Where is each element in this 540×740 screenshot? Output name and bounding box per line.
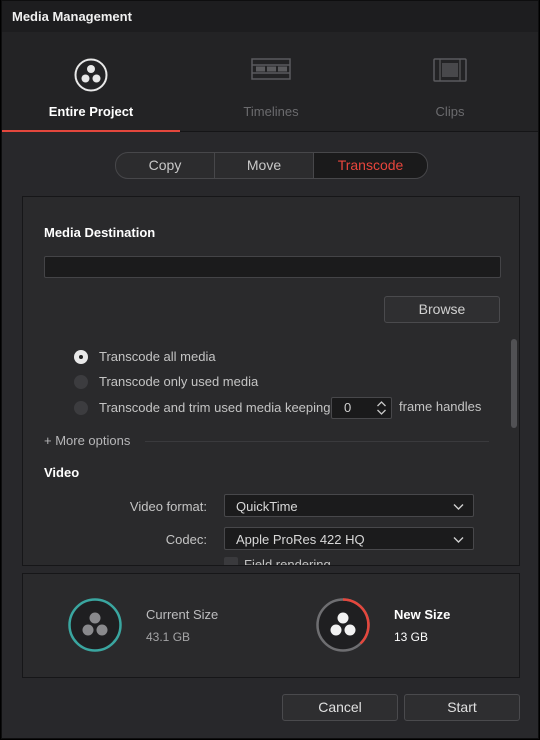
browse-button[interactable]: Browse — [384, 296, 500, 323]
current-size-value: 43.1 GB — [146, 630, 191, 644]
frame-handles-stepper[interactable]: 0 — [331, 397, 392, 419]
video-format-label: Video format: — [129, 499, 207, 514]
radio-label: Transcode all media — [99, 349, 216, 364]
codec-select[interactable]: Apple ProRes 422 HQ — [224, 527, 474, 550]
tab-entire-project[interactable]: Entire Project — [2, 32, 180, 132]
radio-indicator — [74, 401, 88, 415]
codec-value: Apple ProRes 422 HQ — [236, 532, 365, 547]
tab-label: Entire Project — [48, 104, 134, 119]
frame-handles-value: 0 — [344, 400, 352, 415]
mode-transcode-button[interactable]: Transcode — [314, 153, 427, 178]
media-destination-field[interactable] — [44, 256, 501, 278]
media-management-window: Media Management Entire Project Timeline… — [1, 0, 539, 739]
video-heading: Video — [44, 465, 80, 480]
radio-indicator — [74, 375, 88, 389]
chevron-down-icon — [453, 500, 464, 515]
current-size-label: Current Size — [146, 607, 219, 622]
mode-segmented-control: Copy Move Transcode — [115, 152, 428, 179]
radio-label: Transcode only used media — [99, 374, 259, 389]
divider — [145, 441, 489, 442]
clip-icon — [433, 58, 467, 85]
video-format-value: QuickTime — [236, 499, 298, 514]
tab-timelines[interactable]: Timelines — [182, 32, 360, 131]
frame-handles-label: frame handles — [399, 399, 482, 414]
mode-copy-button[interactable]: Copy — [116, 153, 215, 178]
size-summary-panel: Current Size 43.1 GB New Size 13 GB — [22, 573, 520, 678]
new-size-value: 13 GB — [394, 630, 429, 644]
field-rendering-label: Field rendering — [244, 557, 331, 566]
window-title: Media Management — [12, 9, 132, 24]
new-size-label: New Size — [394, 607, 451, 622]
active-tab-indicator — [2, 130, 180, 132]
new-size-ring-icon — [316, 598, 370, 652]
media-destination-heading: Media Destination — [44, 225, 156, 240]
radio-selected-indicator — [74, 350, 88, 364]
codec-label: Codec: — [165, 532, 207, 547]
current-size-ring-icon — [68, 598, 122, 652]
more-options-toggle[interactable]: + More options — [44, 433, 130, 448]
resolve-logo-icon — [74, 58, 108, 95]
radio-label: Transcode and trim used media keeping — [99, 400, 331, 415]
mode-move-button[interactable]: Move — [215, 153, 314, 178]
video-format-select[interactable]: QuickTime — [224, 494, 474, 517]
start-button[interactable]: Start — [404, 694, 520, 721]
scope-tabs: Entire Project Timelines Clips — [2, 32, 538, 132]
settings-scrollbar[interactable] — [511, 339, 517, 428]
tab-label: Clips — [435, 104, 465, 119]
field-rendering-checkbox[interactable] — [224, 557, 238, 565]
timeline-icon — [251, 58, 291, 83]
title-bar: Media Management — [2, 1, 538, 33]
tab-clips[interactable]: Clips — [361, 32, 538, 131]
chevron-down-icon — [453, 533, 464, 548]
tab-label: Timelines — [243, 104, 299, 119]
settings-panel: Media Destination Browse Transcode all m… — [22, 196, 520, 566]
stepper-arrows-icon[interactable] — [376, 399, 387, 417]
cancel-button[interactable]: Cancel — [282, 694, 398, 721]
